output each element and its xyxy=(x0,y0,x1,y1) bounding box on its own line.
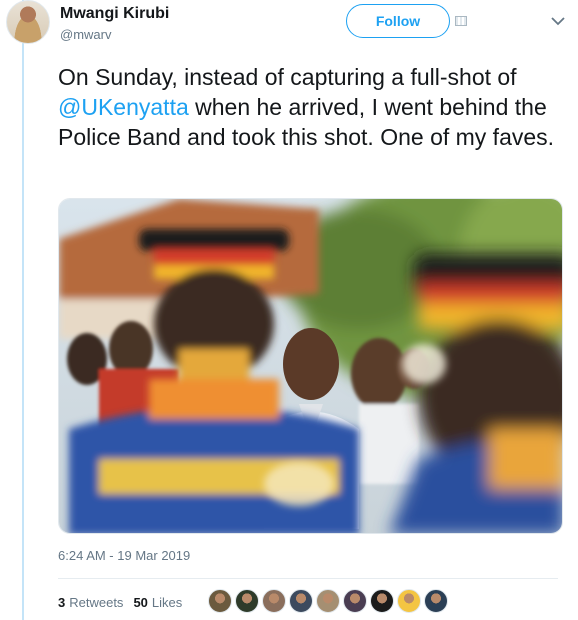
image-icon xyxy=(455,16,467,26)
tweet-timestamp[interactable]: 6:24 AM - 19 Mar 2019 xyxy=(58,548,190,563)
liker-avatar[interactable] xyxy=(424,589,448,613)
retweets-label: Retweets xyxy=(69,594,124,610)
liker-avatar[interactable] xyxy=(289,589,313,613)
liker-avatar[interactable] xyxy=(370,589,394,613)
liker-avatar[interactable] xyxy=(343,589,367,613)
tweet-text: On Sunday, instead of capturing a full-s… xyxy=(58,62,558,152)
likers-list xyxy=(208,589,451,613)
follow-button[interactable]: Follow xyxy=(346,4,450,38)
tweet-photo[interactable] xyxy=(58,198,563,534)
tweet: Mwangi Kirubi @mwarv Follow On Sunday, i… xyxy=(0,0,578,620)
liker-avatar[interactable] xyxy=(235,589,259,613)
mention-link[interactable]: @UKenyatta xyxy=(58,94,189,120)
likes-stat[interactable]: 50 Likes xyxy=(133,595,182,610)
retweets-count: 3 xyxy=(58,594,66,610)
divider xyxy=(58,578,558,579)
tweet-text-start: On Sunday, instead of capturing a full-s… xyxy=(58,64,517,90)
likes-count: 50 xyxy=(133,594,148,610)
photo-image xyxy=(59,199,562,533)
user-handle[interactable]: @mwarv xyxy=(60,27,111,42)
liker-avatar[interactable] xyxy=(262,589,286,613)
tweet-header: Mwangi Kirubi @mwarv Follow xyxy=(4,0,578,52)
liker-avatar[interactable] xyxy=(208,589,232,613)
chevron-down-icon[interactable] xyxy=(547,10,569,32)
liker-avatar[interactable] xyxy=(397,589,421,613)
user-name[interactable]: Mwangi Kirubi xyxy=(60,5,169,23)
likes-label: Likes xyxy=(151,594,183,610)
liker-avatar[interactable] xyxy=(316,589,340,613)
avatar[interactable] xyxy=(6,0,50,44)
tweet-stats: 3 Retweets 50 Likes xyxy=(58,592,192,612)
retweets-stat[interactable]: 3 Retweets xyxy=(58,595,123,610)
